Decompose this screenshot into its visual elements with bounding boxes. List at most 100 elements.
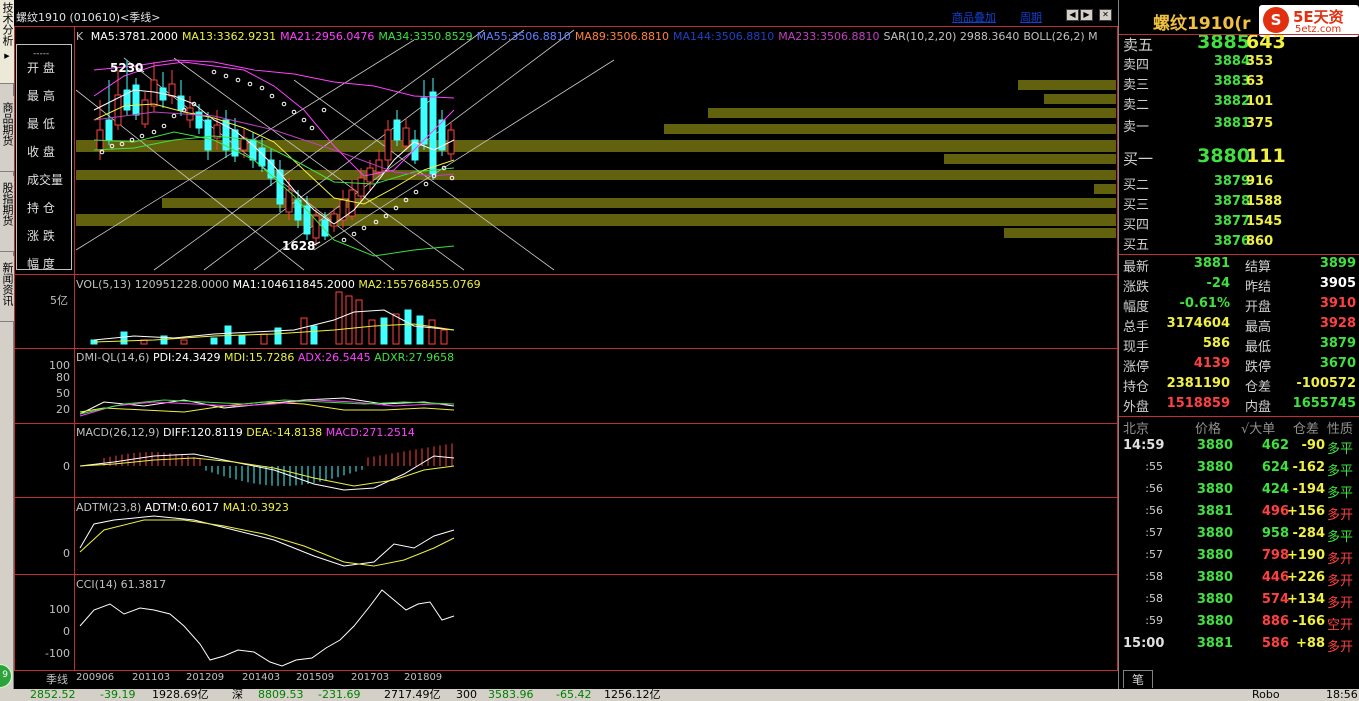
overlay-link[interactable]: 商品叠加	[952, 9, 996, 25]
volume-bar	[416, 315, 424, 345]
tick-time: :58	[1145, 592, 1163, 605]
chart-canvas[interactable]: 52301628	[14, 0, 1118, 689]
sar-dot	[259, 85, 265, 91]
tick-volume: 886	[1261, 614, 1289, 629]
dmi-indicator-title: DMI-QL(14,6) PDI:24.3429 MDI:15.7286 ADX…	[76, 351, 454, 364]
tick-row: :58 3880 446 +226 多开	[1119, 570, 1359, 592]
k-indicator-title: K MA5:3781.2000 MA13:3362.9231 MA21:2956.0…	[76, 30, 1098, 43]
sar-dot	[309, 125, 315, 131]
sar-dot	[341, 237, 347, 243]
stat-row: 幅度 -0.61% 开盘 3910	[1119, 296, 1359, 316]
dmi-adxr-line	[79, 399, 455, 415]
tab-index-futures[interactable]: 股指期货	[0, 176, 14, 252]
sar-dot	[351, 231, 357, 237]
stat-row: 持仓 2381190 仓差 -100572	[1119, 376, 1359, 396]
k-prefix: K	[76, 30, 84, 43]
tick-oi-change: +88	[1296, 636, 1325, 651]
sar-dot	[247, 81, 253, 87]
status-circle-icon[interactable]: 9	[0, 664, 12, 688]
tick-price: 3881	[1196, 504, 1233, 519]
tab-ticks[interactable]: 笔	[1123, 670, 1153, 688]
ma-value: MA21:2956.0476	[280, 30, 375, 43]
stat-label: 昨结	[1245, 280, 1272, 295]
ohlc-legend-item: 最 高	[27, 88, 55, 103]
tab-news[interactable]: 新闻资讯	[0, 256, 14, 322]
scroll-left-button[interactable]: ◀	[1066, 9, 1079, 21]
ma-value: SAR(10,2,20) 2988.3640	[883, 30, 1020, 43]
stat-value: 3881	[1193, 256, 1230, 271]
scroll-right-button[interactable]: ▶	[1080, 9, 1093, 21]
bid-row[interactable]: 买一 3880 111	[1119, 145, 1359, 168]
tick-oi-change: -166	[1292, 614, 1325, 629]
x-axis-date-label: 200906	[76, 672, 115, 683]
stat-value: 3670	[1319, 356, 1356, 371]
ohlc-legend-item: 幅 度	[27, 256, 55, 271]
ask-volume: 101	[1246, 94, 1274, 109]
adtm-line	[79, 515, 455, 567]
candle-body	[141, 99, 149, 125]
sar-dot	[161, 123, 167, 129]
period-link[interactable]: 周期	[1020, 9, 1042, 25]
stat-row: 外盘 1518859 内盘 1655745	[1119, 396, 1359, 416]
sar-dot	[423, 181, 429, 187]
tick-volume: 462	[1261, 438, 1289, 453]
ohlc-legend-item: 成交量	[27, 172, 64, 187]
ohlc-legend-item: 持 仓	[27, 200, 55, 215]
ask-row[interactable]: 卖二 3882 101	[1119, 94, 1359, 114]
cci-axis-minus100: -100	[45, 647, 70, 660]
tick-volume: 586	[1261, 636, 1289, 651]
ask-row[interactable]: 卖五 3885 643	[1119, 31, 1359, 54]
bid-row[interactable]: 买五 3876 860	[1119, 234, 1359, 254]
sar-dot	[301, 117, 307, 123]
bid-row[interactable]: 买二 3879 916	[1119, 174, 1359, 194]
ask-row[interactable]: 卖三 3883 63	[1119, 74, 1359, 94]
dmi-axis-80: 80	[56, 371, 70, 384]
stat-value: 586	[1202, 336, 1230, 351]
tick-price: 3880	[1196, 614, 1233, 629]
stat-row: 涨停 4139 跌停 3670	[1119, 356, 1359, 376]
stat-label: 外盘	[1123, 400, 1150, 415]
bid-row[interactable]: 买四 3877 1545	[1119, 214, 1359, 234]
vol-ma2: MA2:155768455.0769	[358, 278, 481, 291]
candle-body	[393, 119, 401, 141]
close-chart-button[interactable]: ✕	[1099, 9, 1112, 21]
macd-value: MACD:271.2514	[325, 426, 415, 439]
ma-list: MA5:3781.2000 MA13:3362.9231 MA21:2956.047…	[87, 30, 1098, 43]
ma-value: MA5:3781.2000	[90, 30, 178, 43]
vol-title: VOL(5,13) 120951228.0000	[76, 278, 230, 291]
candle-body	[357, 177, 365, 197]
candle-body	[348, 189, 356, 217]
ask-row[interactable]: 卖四 3884 353	[1119, 54, 1359, 74]
tab-commodity-futures[interactable]: 商品期货	[0, 96, 14, 172]
bid-label: 买四	[1123, 218, 1150, 233]
sar-dot	[413, 189, 419, 195]
dmi-mdi: MDI:15.7286	[224, 351, 295, 364]
vol-ma2-line	[93, 323, 455, 343]
chart-title-bar: 螺纹1910 (010610)<季线> 商品叠加 周期	[14, 6, 1118, 26]
ask-label: 卖一	[1123, 120, 1150, 135]
tab-technical-analysis[interactable]: 技术分析 ▶	[0, 0, 14, 84]
bid-row[interactable]: 买三 3878 1588	[1119, 194, 1359, 214]
cci-axis-100: 100	[49, 603, 70, 616]
dmi-adx: ADX:26.5445	[297, 351, 371, 364]
quote-panel: 螺纹1910(r S 5E天资 5etz.com 卖五 3885 643 卖四 3884…	[1118, 0, 1359, 689]
sar-dot	[171, 113, 177, 119]
adtm-ma1-line	[79, 519, 455, 567]
dmi-title: DMI-QL(14,6)	[76, 351, 150, 364]
tick-volume: 958	[1261, 526, 1289, 541]
volume-bar	[260, 333, 268, 345]
tick-price: 3880	[1196, 570, 1233, 585]
ask-label: 卖二	[1123, 98, 1150, 113]
tick-time: :57	[1145, 548, 1163, 561]
candle-body	[150, 79, 158, 107]
tick-price: 3880	[1196, 438, 1233, 453]
bid-price: 3878	[1213, 194, 1250, 209]
tick-volume: 798	[1261, 548, 1289, 563]
stat-value: 4139	[1193, 356, 1230, 371]
ask-row[interactable]: 卖一 3881 375	[1119, 116, 1359, 136]
status-bar-item: 1256.12亿	[604, 689, 661, 701]
ticks-col-bigorder[interactable]: √大单	[1241, 418, 1275, 437]
tick-time: :57	[1145, 526, 1163, 539]
x-axis-date-label: 201103	[132, 672, 171, 683]
volume-bar	[380, 317, 388, 345]
